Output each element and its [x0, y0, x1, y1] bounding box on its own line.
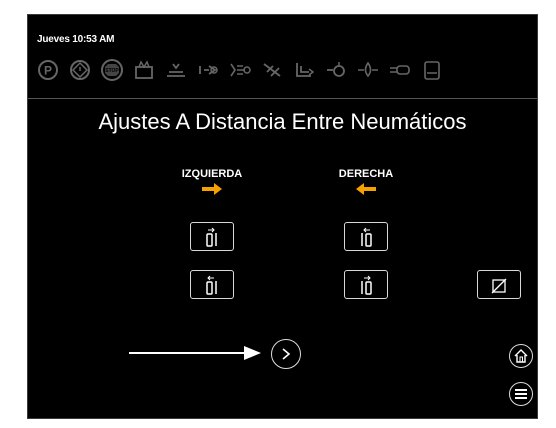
- lift-icon: [194, 57, 222, 83]
- parking-icon: P: [34, 57, 62, 83]
- tire-inward-icon: [206, 227, 217, 247]
- divider: [28, 98, 537, 99]
- home-button[interactable]: [509, 344, 533, 368]
- arrow-left-icon: [356, 183, 376, 195]
- warning-diamond-icon: [66, 57, 94, 83]
- left-tire-out-button[interactable]: [190, 270, 234, 299]
- svg-text:P: P: [44, 64, 52, 78]
- next-button[interactable]: [271, 339, 301, 369]
- tank-icon: [130, 57, 158, 83]
- tube-icon: [386, 57, 414, 83]
- home-icon: [514, 349, 528, 363]
- no-measure-icon: [491, 278, 507, 293]
- panel-icon: [418, 57, 446, 83]
- hose-icon: [322, 57, 350, 83]
- dump-icon: [290, 57, 318, 83]
- arrow-right-icon: [202, 183, 222, 195]
- svg-text:STOP: STOP: [105, 68, 119, 74]
- status-icons: P STOP: [34, 57, 446, 83]
- right-tire-out-button[interactable]: [344, 270, 388, 299]
- spray-icon: [226, 57, 254, 83]
- tire-outward-icon: [206, 275, 217, 295]
- right-tire-in-button[interactable]: [344, 222, 388, 251]
- left-column-label: IZQUIERDA: [181, 168, 243, 180]
- no-spray-icon: [258, 57, 286, 83]
- datetime: Jueves 10:53 AM: [37, 34, 115, 45]
- play-icon: [282, 348, 291, 360]
- right-column-label: DERECHA: [338, 168, 394, 180]
- stop-icon: STOP: [98, 57, 126, 83]
- menu-icon: [515, 389, 527, 399]
- level-icon: [162, 57, 190, 83]
- page-title: Ajustes A Distancia Entre Neumáticos: [98, 109, 467, 134]
- status-bar: Jueves 10:53 AM P STOP: [28, 15, 537, 98]
- menu-button[interactable]: [509, 382, 533, 406]
- tire-inward-icon: [361, 227, 372, 247]
- reset-button[interactable]: [477, 270, 521, 299]
- tire-outward-icon: [361, 275, 372, 295]
- left-tire-in-button[interactable]: [190, 222, 234, 251]
- drop-icon: [354, 57, 382, 83]
